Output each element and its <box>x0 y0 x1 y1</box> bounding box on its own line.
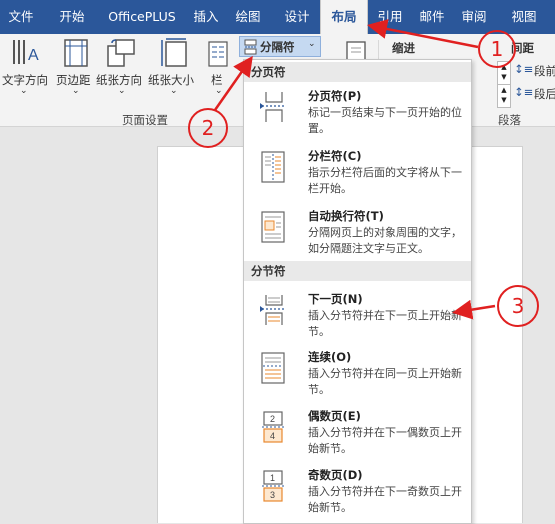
chevron-down-icon: ⌄ <box>308 39 316 49</box>
spacing-before-label: 段前 <box>534 64 555 78</box>
breaks-label: 分隔符 <box>260 40 295 54</box>
menu-item-title: 偶数页(E) <box>308 409 361 423</box>
next-page-icon <box>260 295 284 325</box>
menu-item-page-break[interactable]: 分页符(P) 标记一页结束与下一页开始的位置。 <box>244 88 471 138</box>
menu-item-odd-page[interactable]: 1 3 奇数页(D) 插入分节符并在下一奇数页上开始新节。 <box>244 467 471 519</box>
section-breaks-header: 分节符 <box>244 261 471 281</box>
menu-item-title: 奇数页(D) <box>308 468 363 482</box>
svg-text:A: A <box>28 47 39 64</box>
tab-mailings[interactable]: 邮件 <box>414 0 450 34</box>
spacing-before-icon: ↕≡ <box>514 62 534 76</box>
menu-item-desc: 插入分节符并在同一页上开始新节。 <box>308 367 462 396</box>
paragraph-group-label: 段落 <box>498 113 521 127</box>
menu-item-column-break[interactable]: 分栏符(C) 指示分栏符后面的文字将从下一栏开始。 <box>244 148 471 198</box>
chevron-down-icon: ⌄ <box>215 86 223 96</box>
columns-icon <box>208 41 228 67</box>
continuous-icon <box>261 352 285 384</box>
page-breaks-header: 分页符 <box>244 62 471 82</box>
indent-right-spinner[interactable]: ▲ ▼ <box>497 84 511 108</box>
spacing-after-icon: ↕≡ <box>514 85 534 99</box>
menu-item-text-wrapping[interactable]: 自动换行符(T) 分隔网页上的对象周围的文字，如分隔题注文字与正文。 <box>244 208 471 260</box>
callout-1: 1 <box>478 30 516 68</box>
tab-layout[interactable]: 布局 <box>320 0 368 34</box>
margins-icon <box>64 39 88 67</box>
tab-officeplus[interactable]: OfficePLUS <box>100 0 184 34</box>
menu-item-next-page[interactable]: 下一页(N) 插入分节符并在下一页上开始新节。 <box>244 291 471 343</box>
menu-item-desc: 分隔网页上的对象周围的文字，如分隔题注文字与正文。 <box>308 226 462 255</box>
menu-item-title: 分页符(P) <box>308 89 362 103</box>
menu-item-desc: 插入分节符并在下一偶数页上开始新节。 <box>308 426 462 455</box>
breaks-button[interactable]: 分隔符 ⌄ <box>239 36 321 57</box>
menu-item-desc: 插入分节符并在下一页上开始新节。 <box>308 309 462 338</box>
tab-home[interactable]: 开始 <box>50 0 94 34</box>
breaks-dropdown-menu: 分页符 分页符(P) 标记一页结束与下一页开始的位置。 分栏符(C) 指示分栏符… <box>243 59 472 524</box>
column-break-icon <box>261 151 285 183</box>
chevron-down-icon: ⌄ <box>20 86 28 96</box>
svg-text:1: 1 <box>270 473 275 483</box>
menu-item-title: 分栏符(C) <box>308 149 362 163</box>
tab-file[interactable]: 文件 <box>0 0 42 34</box>
tab-review[interactable]: 审阅 <box>456 0 492 34</box>
callout-3: 3 <box>497 285 539 327</box>
orientation-icon <box>107 39 135 67</box>
paper-size-icon <box>161 38 187 67</box>
orientation-button[interactable]: 纸张方向 ⌄ <box>96 38 146 98</box>
text-direction-icon: A <box>13 40 39 64</box>
odd-page-icon: 1 3 <box>262 470 284 502</box>
margins-button[interactable]: 页边距 ⌄ <box>54 38 98 98</box>
chevron-down-icon: ⌄ <box>72 86 80 96</box>
menu-item-desc: 指示分栏符后面的文字将从下一栏开始。 <box>308 166 462 195</box>
menu-item-title: 自动换行符(T) <box>308 209 384 223</box>
page-setup-group-label: 页面设置 <box>122 113 168 127</box>
tab-references[interactable]: 引用 <box>372 0 408 34</box>
ribbon-tab-bar: 文件 开始 OfficePLUS 插入 绘图 设计 布局 引用 邮件 审阅 视图 <box>0 0 555 34</box>
menu-item-continuous[interactable]: 连续(O) 插入分节符并在同一页上开始新节。 <box>244 349 471 401</box>
tab-view[interactable]: 视图 <box>506 0 542 34</box>
page-break-icon <box>260 92 284 122</box>
tab-draw[interactable]: 绘图 <box>230 0 266 34</box>
breaks-icon <box>244 39 257 55</box>
callout-2: 2 <box>188 108 228 148</box>
menu-item-desc: 插入分节符并在下一奇数页上开始新节。 <box>308 485 462 514</box>
svg-text:3: 3 <box>270 490 275 500</box>
columns-button[interactable]: 栏 ⌄ <box>205 38 233 98</box>
chevron-down-icon: ⌄ <box>170 86 178 96</box>
menu-item-desc: 标记一页结束与下一页开始的位置。 <box>308 106 462 135</box>
text-direction-button[interactable]: A 文字方向 ⌄ <box>2 38 48 98</box>
tab-design[interactable]: 设计 <box>278 0 316 34</box>
even-page-icon: 2 4 <box>262 411 284 443</box>
indent-label: 缩进 <box>392 41 415 55</box>
chevron-down-icon: ⌄ <box>118 86 126 96</box>
spacing-after-label: 段后 <box>534 87 555 101</box>
menu-item-title: 下一页(N) <box>308 292 363 306</box>
text-wrapping-icon <box>261 211 285 243</box>
tab-insert[interactable]: 插入 <box>188 0 224 34</box>
svg-text:4: 4 <box>270 431 275 441</box>
menu-item-title: 连续(O) <box>308 350 352 364</box>
paper-size-button[interactable]: 纸张大小 ⌄ <box>148 38 198 98</box>
menu-item-even-page[interactable]: 2 4 偶数页(E) 插入分节符并在下一偶数页上开始新节。 <box>244 408 471 460</box>
svg-text:2: 2 <box>270 414 275 424</box>
